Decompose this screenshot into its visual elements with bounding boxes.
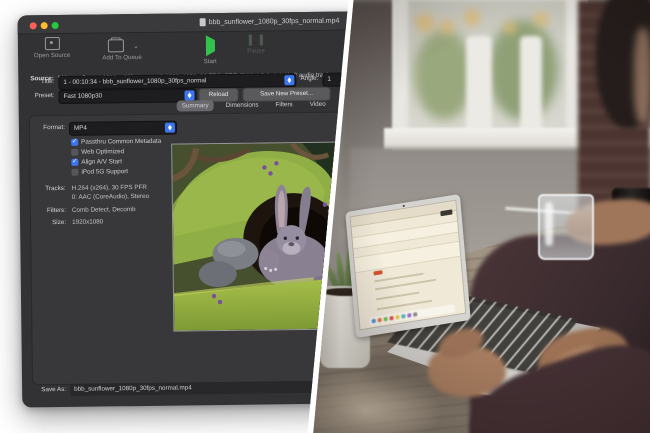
checkbox-checked-icon: [71, 159, 78, 166]
white-vase: [466, 36, 492, 130]
window-title-text: bbb_sunflower_1080p_30fps_normal.mp4: [209, 17, 340, 26]
start-button[interactable]: Start: [190, 35, 230, 65]
water-glass: [538, 194, 594, 260]
foliage: [414, 30, 474, 120]
save-as-label: Save As:: [30, 386, 66, 393]
minimize-traffic-light[interactable]: [41, 22, 48, 29]
tab-summary[interactable]: Summary: [177, 100, 214, 111]
close-traffic-light[interactable]: [30, 22, 37, 29]
bokeh-light: [534, 12, 548, 26]
composite-image: bbb_sunflower_1080p_30fps_normal.mp4 Ope…: [0, 0, 650, 433]
zoom-traffic-light[interactable]: [52, 22, 59, 29]
format-caret-icon[interactable]: [165, 123, 175, 133]
tab-video[interactable]: Video: [305, 99, 331, 110]
popup-caret-icon[interactable]: [284, 75, 294, 85]
laptop-display: [350, 200, 467, 331]
size-label: Size:: [28, 219, 66, 226]
tab-dimensions[interactable]: Dimensions: [221, 100, 264, 112]
title-label: Title:: [24, 78, 54, 85]
pause-icon: [249, 35, 263, 46]
preset-caret-icon[interactable]: [184, 90, 194, 100]
filters-label: Filters:: [28, 207, 66, 214]
checkbox-ipod-5g[interactable]: iPod 5G Support: [71, 168, 128, 176]
angle-label: Angle:: [294, 75, 318, 82]
checkbox-unchecked-icon: [71, 169, 78, 176]
text-line: [376, 292, 420, 301]
checkbox-web-optimized[interactable]: Web Optimized: [71, 148, 124, 156]
tab-filters[interactable]: Filters: [270, 99, 297, 110]
laptop-screen: [345, 194, 471, 338]
tracks-line1: H.264 (x264), 30 FPS PFR: [72, 184, 147, 192]
tracks-label: Tracks:: [28, 185, 66, 192]
open-source-icon: [44, 37, 59, 50]
checkbox-align-av-start[interactable]: Align A/V Start: [71, 158, 122, 166]
bokeh-light: [416, 14, 434, 32]
checkbox-checked-icon: [71, 139, 78, 146]
window-glass: [408, 0, 566, 130]
bokeh-light: [464, 10, 480, 26]
filters-value: Comb Detect, Decomb: [72, 206, 136, 214]
bokeh-light: [440, 20, 454, 34]
tracks-line2: 0: AAC (CoreAudio), Stereo: [72, 193, 149, 201]
size-value: 1920x1080: [72, 218, 103, 225]
window-title: bbb_sunflower_1080p_30fps_normal.mp4: [200, 17, 340, 27]
preset-label: Preset:: [21, 92, 55, 99]
add-to-queue-icon: ⌄: [108, 39, 124, 52]
webcam-dot: [403, 204, 405, 206]
checkbox-passthru-metadata[interactable]: Passthru Common Metadata: [71, 138, 161, 146]
format-select[interactable]: MP4: [69, 121, 177, 136]
orange-chip: [373, 270, 382, 275]
toolbar: Open Source ⌄ Add To Queue Start Pause: [18, 30, 386, 64]
pause-button[interactable]: Pause: [236, 34, 276, 54]
person-face: [634, 28, 650, 124]
white-vase: [520, 36, 542, 130]
bokeh-light: [504, 22, 516, 34]
glass-highlight: [545, 202, 553, 246]
open-source-button[interactable]: Open Source: [26, 37, 78, 60]
add-to-queue-button[interactable]: ⌄ Add To Queue: [92, 36, 152, 62]
chevron-down-icon[interactable]: ⌄: [133, 42, 139, 50]
format-label: Format:: [27, 124, 65, 131]
dark-button: [440, 209, 452, 216]
checkbox-unchecked-icon: [71, 149, 78, 156]
start-play-icon: [205, 35, 214, 56]
document-icon: [200, 18, 206, 26]
